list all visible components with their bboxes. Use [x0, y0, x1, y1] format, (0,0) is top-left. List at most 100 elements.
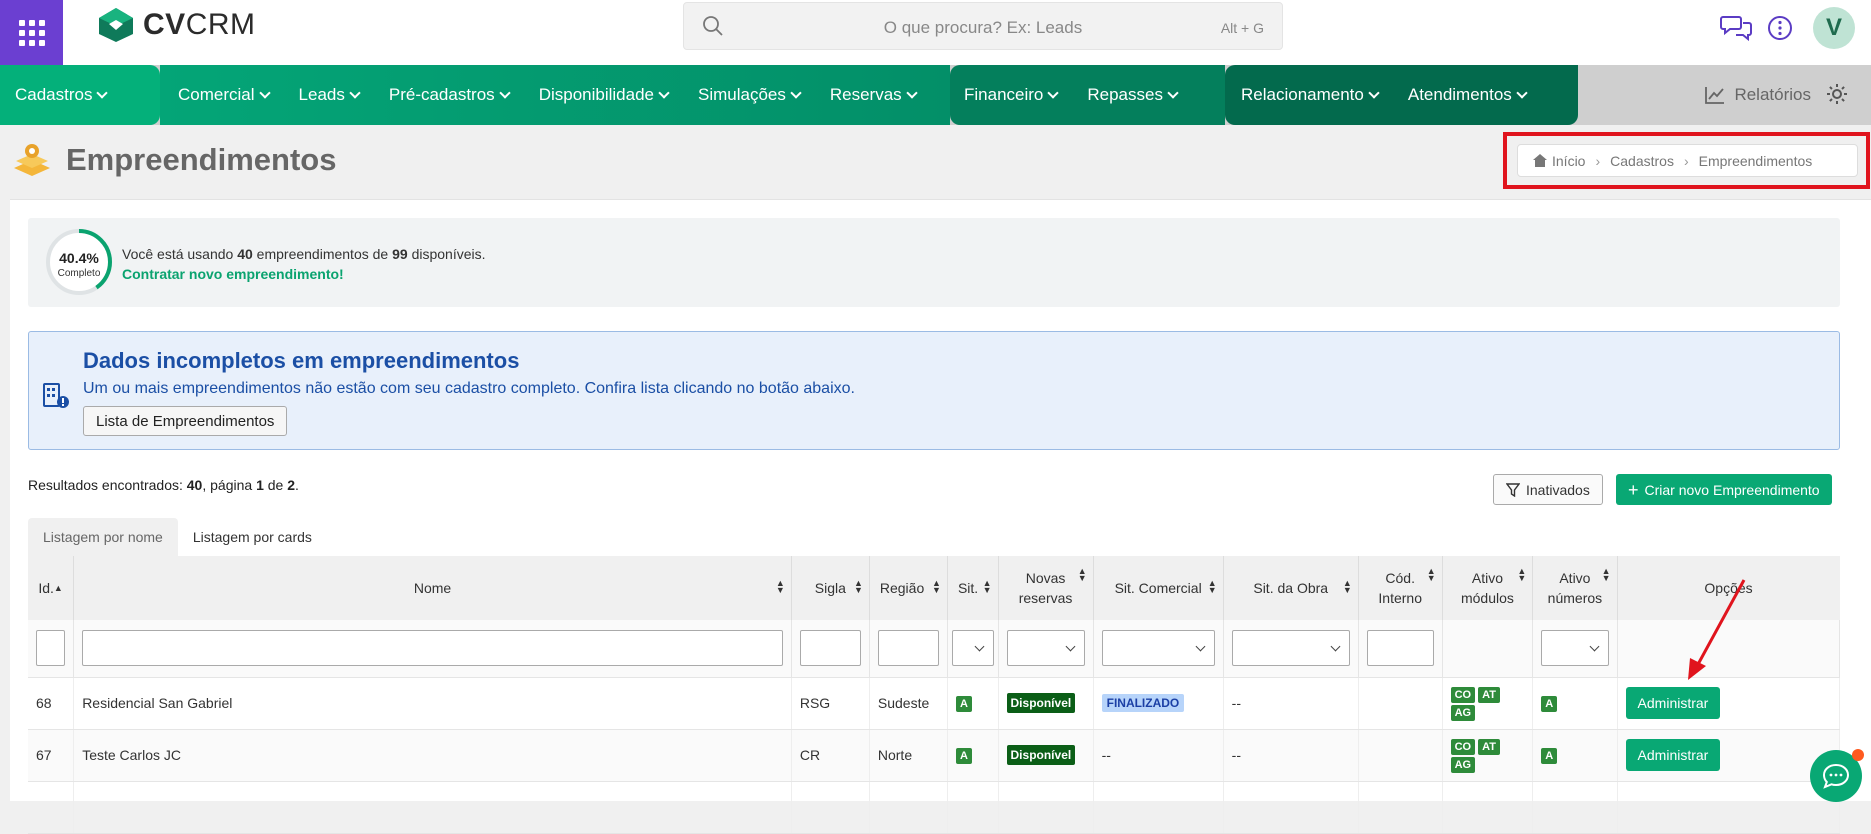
breadcrumb-inicio[interactable]: Início — [1552, 153, 1585, 169]
chevron-down-icon — [790, 87, 802, 99]
logo[interactable]: CVCRM — [97, 6, 256, 44]
page-header: Empreendimentos — [12, 140, 336, 180]
chat-button[interactable] — [1810, 749, 1864, 802]
nav-item-cadastros[interactable]: Cadastros — [15, 85, 109, 105]
filter-sit-select[interactable] — [951, 630, 994, 667]
sort-icon: ▲ ▼ — [1342, 578, 1352, 595]
sort-icon: ▲ ▼ — [853, 578, 863, 595]
col-sit[interactable]: Sit. ▲ ▼ — [947, 556, 999, 620]
sort-icon: ▲ ▼ — [932, 578, 941, 595]
nav-item-disponibilidade[interactable]: Disponibilidade — [539, 85, 670, 105]
filter-icon — [1506, 482, 1520, 497]
main-card: 40.4% Completo Você está usando 40 empre… — [10, 199, 1871, 834]
chart-line-icon — [1705, 87, 1725, 104]
apps-grid-button[interactable] — [0, 0, 63, 65]
filter-sigla-input[interactable] — [799, 630, 861, 667]
chevron-down-icon — [499, 87, 511, 99]
availability-badge: Disponível — [1006, 745, 1076, 765]
sort-up-icon: ▲ — [53, 583, 63, 593]
nav-item-comercial[interactable]: Comercial — [178, 85, 271, 105]
chevron-right-icon: › — [1683, 152, 1689, 169]
search-shortcut: Alt + G — [1220, 20, 1264, 36]
cell-sigla: CR — [791, 729, 870, 782]
nav-item-leads[interactable]: Leads — [299, 85, 361, 105]
nav-item-financeiro[interactable]: Financeiro — [964, 85, 1060, 105]
reports-link[interactable]: Relatórios — [1704, 65, 1811, 125]
nav-item-atendimentos[interactable]: Atendimentos — [1408, 85, 1528, 105]
results-count: Resultados encontrados: 40, página 1 de … — [28, 477, 299, 493]
filter-nome-input[interactable] — [82, 630, 783, 667]
chevron-down-icon — [258, 87, 271, 99]
chat-bubbles-icon[interactable] — [1719, 11, 1753, 45]
red-arrow-annotation — [1687, 579, 1745, 680]
alert-message: Um ou mais empreendimentos não estão com… — [83, 380, 855, 397]
col-regiao[interactable]: Região ▲ ▼ — [869, 556, 948, 620]
table-row — [28, 781, 1841, 834]
col-cod-interno[interactable]: Cód. Interno ▲ ▼ — [1358, 556, 1443, 620]
projects-table: Id.▲ Nome ▲ ▼ Sigla ▲ ▼ Região ▲ ▼ Sit. ▲ ▼ Nova… — [28, 556, 1841, 834]
module-badge: CO — [1450, 687, 1476, 703]
filter-row — [28, 579, 1841, 680]
usage-text: Você está usando 40 empreendimentos de 9… — [122, 246, 486, 262]
col-ativo-modulos[interactable]: Ativo módulos ▲ ▼ — [1442, 556, 1534, 620]
search-input[interactable]: O que procura? Ex: Leads Alt + G — [683, 2, 1283, 50]
cell-id: 68 — [28, 677, 75, 730]
availability-badge: Disponível — [1006, 693, 1076, 713]
breadcrumb-cadastros[interactable]: Cadastros — [1610, 153, 1674, 169]
contract-link[interactable]: Contratar novo empreendimento! — [122, 266, 344, 282]
logo-text-bold: CV — [143, 8, 186, 41]
col-novas-reservas[interactable]: Novas reservas ▲ ▼ — [998, 556, 1094, 620]
apps-grid-icon — [18, 19, 45, 46]
filter-sit-obra-select[interactable] — [1231, 630, 1350, 667]
usage-progress-ring: 40.4% Completo — [45, 228, 113, 296]
nav-item-reservas[interactable]: Reservas — [830, 85, 918, 105]
sort-icon: ▲ ▼ — [982, 578, 992, 595]
create-project-button[interactable]: + Criar novo Empreendimento — [1616, 474, 1832, 505]
top-right-actions: V — [1719, 0, 1871, 55]
usage-panel: 40.4% Completo Você está usando 40 empre… — [28, 218, 1840, 307]
cell-sigla: RSG — [791, 677, 870, 730]
filter-regiao-input[interactable] — [877, 630, 939, 667]
listing-tabs: Listagem por nome Listagem por cards — [28, 518, 327, 556]
filter-cod-interno-input[interactable] — [1366, 630, 1434, 667]
usage-complete-label: Completo — [57, 268, 101, 279]
nav-item-repasses[interactable]: Repasses — [1087, 85, 1179, 105]
nav-item-relacionamento[interactable]: Relacionamento — [1241, 85, 1380, 105]
col-sigla[interactable]: Sigla ▲ ▼ — [791, 556, 870, 620]
chevron-down-icon — [1167, 87, 1179, 99]
sit-badge: A — [955, 696, 972, 712]
filter-novas-reservas-select[interactable] — [1006, 630, 1085, 667]
col-sit-obra[interactable]: Sit. da Obra ▲ ▼ — [1223, 556, 1359, 620]
chevron-down-icon — [906, 87, 918, 99]
nav-item-pre-cadastros[interactable]: Pré-cadastros — [389, 85, 511, 105]
administrar-button[interactable]: Administrar — [1625, 739, 1721, 771]
chevron-down-icon — [1368, 87, 1380, 99]
chevron-right-icon: › — [1595, 152, 1601, 169]
nav-group-comercial: Comercial Leads Pré-cadastros Disponibil… — [160, 65, 950, 125]
cell-nome: Teste Carlos JC — [73, 729, 792, 782]
administrar-button[interactable]: Administrar — [1625, 687, 1721, 719]
chevron-down-icon — [1516, 87, 1528, 99]
incomplete-data-alert: Dados incompletos em empreendimentos Um … — [28, 331, 1840, 450]
filter-id-input[interactable] — [36, 630, 66, 667]
reports-label: Relatórios — [1734, 85, 1811, 104]
col-nome[interactable]: Nome ▲ ▼ — [73, 556, 792, 620]
gear-icon[interactable] — [1825, 82, 1849, 106]
list-button[interactable]: Lista de Empreendimentos — [83, 406, 288, 436]
avatar[interactable]: V — [1813, 6, 1855, 49]
col-id[interactable]: Id.▲ — [28, 556, 75, 620]
plus-icon: + — [1628, 479, 1639, 500]
inactivated-filter-button[interactable]: Inativados — [1493, 474, 1603, 505]
breadcrumb: Início › Cadastros › Empreendimentos — [1517, 144, 1858, 177]
table-row[interactable]: 68 Residencial San Gabriel RSG Sudeste A… — [28, 677, 1841, 730]
col-ativo-numeros[interactable]: Ativo números ▲ ▼ — [1532, 556, 1618, 620]
tab-listagem-cards[interactable]: Listagem por cards — [178, 518, 327, 556]
table-row[interactable]: 67 Teste Carlos JC CR Norte A Disponível… — [28, 729, 1841, 782]
search-placeholder: O que procura? Ex: Leads — [883, 18, 1083, 37]
more-options-icon[interactable] — [1767, 15, 1793, 41]
col-sit-comercial[interactable]: Sit. Comercial ▲ ▼ — [1093, 556, 1224, 620]
filter-sit-comercial-select[interactable] — [1101, 630, 1215, 667]
nav-item-simulacoes[interactable]: Simulações — [698, 85, 802, 105]
filter-ativo-numeros-select[interactable] — [1541, 630, 1609, 667]
tab-listagem-nome[interactable]: Listagem por nome — [28, 518, 178, 556]
